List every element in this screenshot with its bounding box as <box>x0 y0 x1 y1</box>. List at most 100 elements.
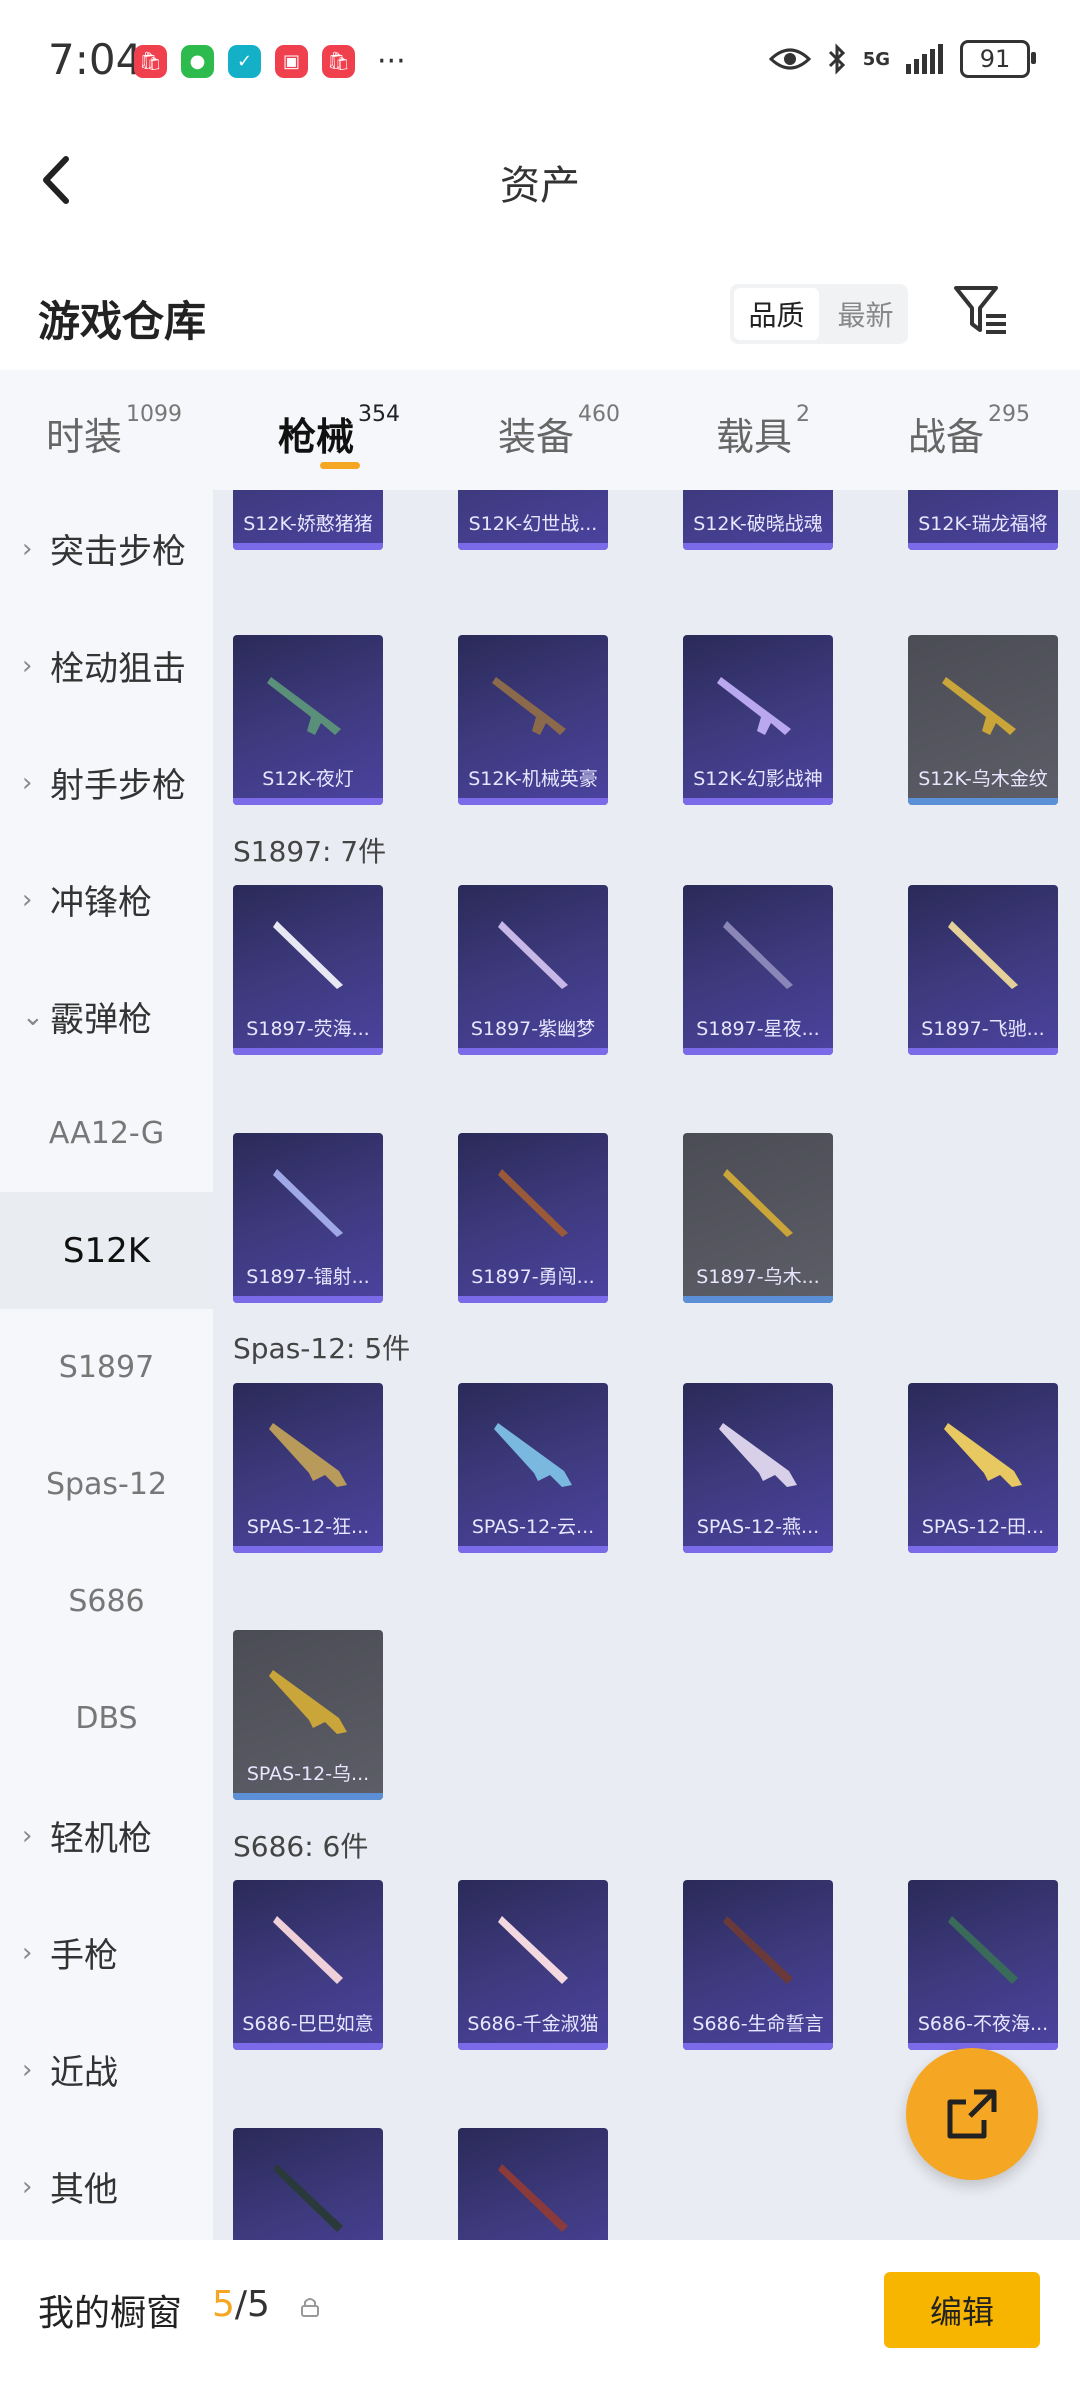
share-fab[interactable] <box>906 2048 1038 2180</box>
sidebar: › 突击步枪 › 栓动狙击 › 射手步枪 › 冲锋枪 ⌄ 霰弹枪 AA12-G S12K … <box>0 490 213 2240</box>
gun-icon <box>269 1670 347 1734</box>
shopping-bag-icon: 🛍 <box>322 45 355 78</box>
showcase-current: 5 <box>212 2284 235 2325</box>
chevron-right-icon: › <box>22 533 33 564</box>
weapon-card[interactable]: S1897-星夜... <box>683 885 833 1055</box>
weapon-name: S1897-勇闯... <box>471 1266 595 1288</box>
weapon-card[interactable]: S12K-瑞龙福将 <box>908 490 1058 550</box>
weapon-card[interactable]: SPAS-12-狂... <box>233 1383 383 1553</box>
weapon-card[interactable]: SPAS-12-田... <box>908 1383 1058 1553</box>
gun-icon <box>948 921 1018 989</box>
weapon-card[interactable]: S686-千金淑猫 <box>458 1880 608 2050</box>
chevron-down-icon: ⌄ <box>22 1001 44 1032</box>
weapon-name: S12K-幻世战... <box>468 513 598 535</box>
sidebar-item-other[interactable]: › 其他 <box>0 2128 213 2245</box>
section-title: 游戏仓库 <box>38 297 207 346</box>
weapon-name: S12K-瑞龙福将 <box>918 513 1048 535</box>
weapon-card[interactable]: S12K-娇憨猪猪 <box>233 490 383 550</box>
sidebar-sub-spas12[interactable]: Spas-12 <box>0 1426 213 1543</box>
sort-quality-button[interactable]: 品质 <box>734 288 819 340</box>
tab-vehicles[interactable]: 载具2 <box>716 402 810 461</box>
weapon-name: SPAS-12-燕... <box>696 1516 820 1538</box>
group-title-s686: S686: 6件 <box>233 1830 369 1863</box>
sidebar-item-pistol[interactable]: › 手枪 <box>0 1894 213 2011</box>
chevron-right-icon: › <box>22 884 33 915</box>
weapon-name: SPAS-12-狂... <box>246 1516 370 1538</box>
gun-icon <box>723 1916 793 1984</box>
gun-icon <box>498 921 568 989</box>
sidebar-item-label: 霰弹枪 <box>50 1000 152 1040</box>
sidebar-item-label: 手枪 <box>50 1936 118 1976</box>
sidebar-item-lmg[interactable]: › 轻机枪 <box>0 1777 213 1894</box>
sidebar-sub-s12k[interactable]: S12K <box>0 1192 213 1309</box>
weapon-card[interactable]: SPAS-12-燕... <box>683 1383 833 1553</box>
weapon-name: SPAS-12-云... <box>471 1516 595 1538</box>
sidebar-sub-dbs[interactable]: DBS <box>0 1660 213 1777</box>
sidebar-sub-aa12g[interactable]: AA12-G <box>0 1075 213 1192</box>
tab-label: 时装 <box>46 415 123 459</box>
tab-count: 1099 <box>126 402 183 427</box>
chevron-right-icon: › <box>22 2171 33 2202</box>
weapon-card[interactable]: SPAS-12-乌... <box>233 1630 383 1800</box>
group-title-s1897: S1897: 7件 <box>233 835 387 868</box>
weapon-name: S686-巴巴如意 <box>242 2013 374 2035</box>
tab-fashion[interactable]: 时装1099 <box>46 402 182 461</box>
tab-weapons[interactable]: 枪械354 <box>278 402 400 461</box>
weapon-card[interactable] <box>233 2128 383 2240</box>
weapon-card[interactable]: S12K-幻世战... <box>458 490 608 550</box>
tab-label: 枪械 <box>278 415 355 459</box>
weapon-card[interactable] <box>458 2128 608 2240</box>
tab-supplies[interactable]: 战备295 <box>908 402 1030 461</box>
edit-button[interactable]: 编辑 <box>884 2272 1040 2348</box>
gun-icon <box>269 1423 347 1487</box>
sort-newest-button[interactable]: 最新 <box>823 284 908 344</box>
sidebar-item-assault-rifle[interactable]: › 突击步枪 <box>0 490 213 607</box>
tab-equipment[interactable]: 装备460 <box>498 402 620 461</box>
weapon-card[interactable]: S12K-夜灯 <box>233 635 383 805</box>
sidebar-item-marksman-rifle[interactable]: › 射手步枪 <box>0 724 213 841</box>
weapon-name: S686-生命誓言 <box>692 2013 824 2035</box>
sidebar-item-melee[interactable]: › 近战 <box>0 2011 213 2128</box>
weapon-card[interactable]: S686-生命誓言 <box>683 1880 833 2050</box>
weapon-name: S686-千金淑猫 <box>467 2013 599 2035</box>
sort-toggle: 品质 最新 <box>730 284 908 344</box>
sidebar-item-shotgun[interactable]: ⌄ 霰弹枪 <box>0 958 213 1075</box>
weapon-card[interactable]: S686-巴巴如意 <box>233 1880 383 2050</box>
weapon-card[interactable]: S12K-机械英豪 <box>458 635 608 805</box>
gun-icon <box>273 2164 343 2232</box>
gun-icon <box>498 1916 568 1984</box>
weapon-card[interactable]: S1897-紫幽梦 <box>458 885 608 1055</box>
tab-count: 460 <box>578 402 621 427</box>
showcase-bar: 我的橱窗 5/5 编辑 <box>0 2240 1080 2381</box>
weapon-card[interactable]: S686-不夜海... <box>908 1880 1058 2050</box>
weapon-card[interactable]: S12K-幻影战神 <box>683 635 833 805</box>
gun-icon <box>498 1169 568 1237</box>
gun-icon <box>948 1916 1018 1984</box>
sidebar-item-bolt-sniper[interactable]: › 栓动狙击 <box>0 607 213 724</box>
gun-icon <box>723 921 793 989</box>
weapon-card[interactable]: S12K-破晓战魂 <box>683 490 833 550</box>
gun-icon <box>723 1169 793 1237</box>
tab-label: 载具 <box>716 415 793 459</box>
notification-icons: 🛍 ● ✓ ▣ 🛍 ··· <box>134 44 406 79</box>
weapon-card[interactable]: S1897-飞驰... <box>908 885 1058 1055</box>
weapon-name: S12K-娇憨猪猪 <box>243 513 373 535</box>
tab-count: 354 <box>358 402 401 427</box>
showcase-count: 5/5 <box>212 2284 270 2325</box>
filter-icon[interactable] <box>950 280 1010 340</box>
sidebar-sub-s686[interactable]: S686 <box>0 1543 213 1660</box>
sidebar-item-smg[interactable]: › 冲锋枪 <box>0 841 213 958</box>
weapon-card[interactable]: S1897-乌木... <box>683 1133 833 1303</box>
sidebar-item-label: 轻机枪 <box>50 1819 152 1859</box>
wechat-icon: ● <box>181 45 214 78</box>
status-bar: 7:04 🛍 ● ✓ ▣ 🛍 ··· 5G 91 <box>0 0 1080 125</box>
battery-icon: 91 <box>960 40 1036 78</box>
weapon-card[interactable]: S1897-荧海... <box>233 885 383 1055</box>
weapon-card[interactable]: S1897-镭射... <box>233 1133 383 1303</box>
tab-label: 战备 <box>908 415 985 459</box>
weapon-card[interactable]: S1897-勇闯... <box>458 1133 608 1303</box>
weapon-name: S1897-飞驰... <box>921 1018 1045 1040</box>
sidebar-sub-s1897[interactable]: S1897 <box>0 1309 213 1426</box>
weapon-card[interactable]: S12K-乌木金纹 <box>908 635 1058 805</box>
weapon-card[interactable]: SPAS-12-云... <box>458 1383 608 1553</box>
